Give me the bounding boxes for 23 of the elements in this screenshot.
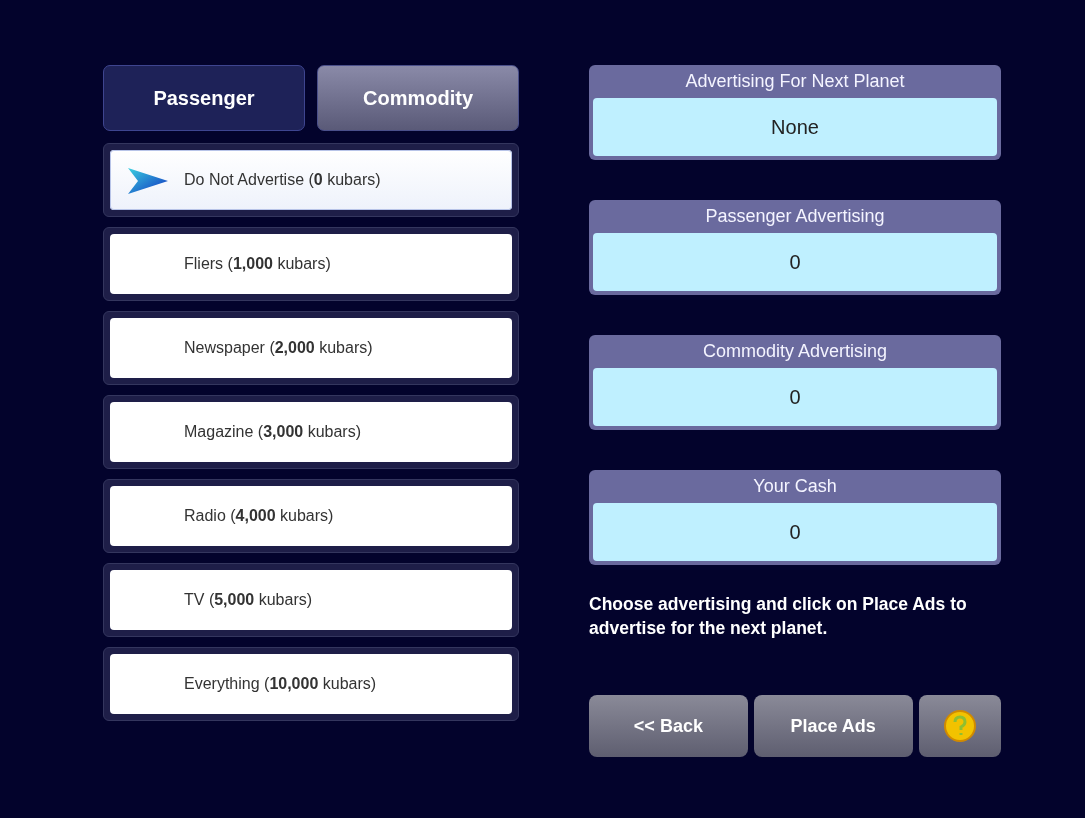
option-button[interactable]: Do Not Advertise (0 kubars) bbox=[110, 150, 512, 210]
option-button[interactable]: Everything (10,000 kubars) bbox=[110, 654, 512, 714]
tab[interactable]: Passenger bbox=[103, 65, 305, 131]
option-button[interactable]: Magazine (3,000 kubars) bbox=[110, 402, 512, 462]
panel-title: Advertising For Next Planet bbox=[684, 70, 906, 93]
panel-value: 0 bbox=[593, 233, 997, 291]
help-button[interactable] bbox=[918, 695, 1001, 758]
panel-title: Commodity Advertising bbox=[701, 340, 889, 363]
option-button[interactable]: Fliers (1,000 kubars) bbox=[110, 234, 512, 294]
tab[interactable]: Commodity bbox=[317, 65, 519, 131]
option-button[interactable]: Radio (4,000 kubars) bbox=[110, 486, 512, 546]
panel-title: Your Cash bbox=[752, 475, 838, 498]
option-button[interactable]: Newspaper (2,000 kubars) bbox=[110, 318, 512, 378]
panel-value: 0 bbox=[593, 503, 997, 561]
panel-title: Passenger Advertising bbox=[704, 205, 886, 228]
arrow-pointer-icon bbox=[128, 168, 168, 194]
panel-value: None bbox=[593, 98, 997, 156]
panel-value: 0 bbox=[593, 368, 997, 426]
instructions-text: Choose advertising and click on Place Ads to advertise for the next planet. bbox=[589, 593, 968, 640]
help-coin-icon bbox=[943, 710, 976, 743]
action-button[interactable]: Place Ads bbox=[753, 695, 913, 758]
option-button[interactable]: TV (5,000 kubars) bbox=[110, 570, 512, 630]
action-button[interactable]: << Back bbox=[589, 695, 748, 758]
